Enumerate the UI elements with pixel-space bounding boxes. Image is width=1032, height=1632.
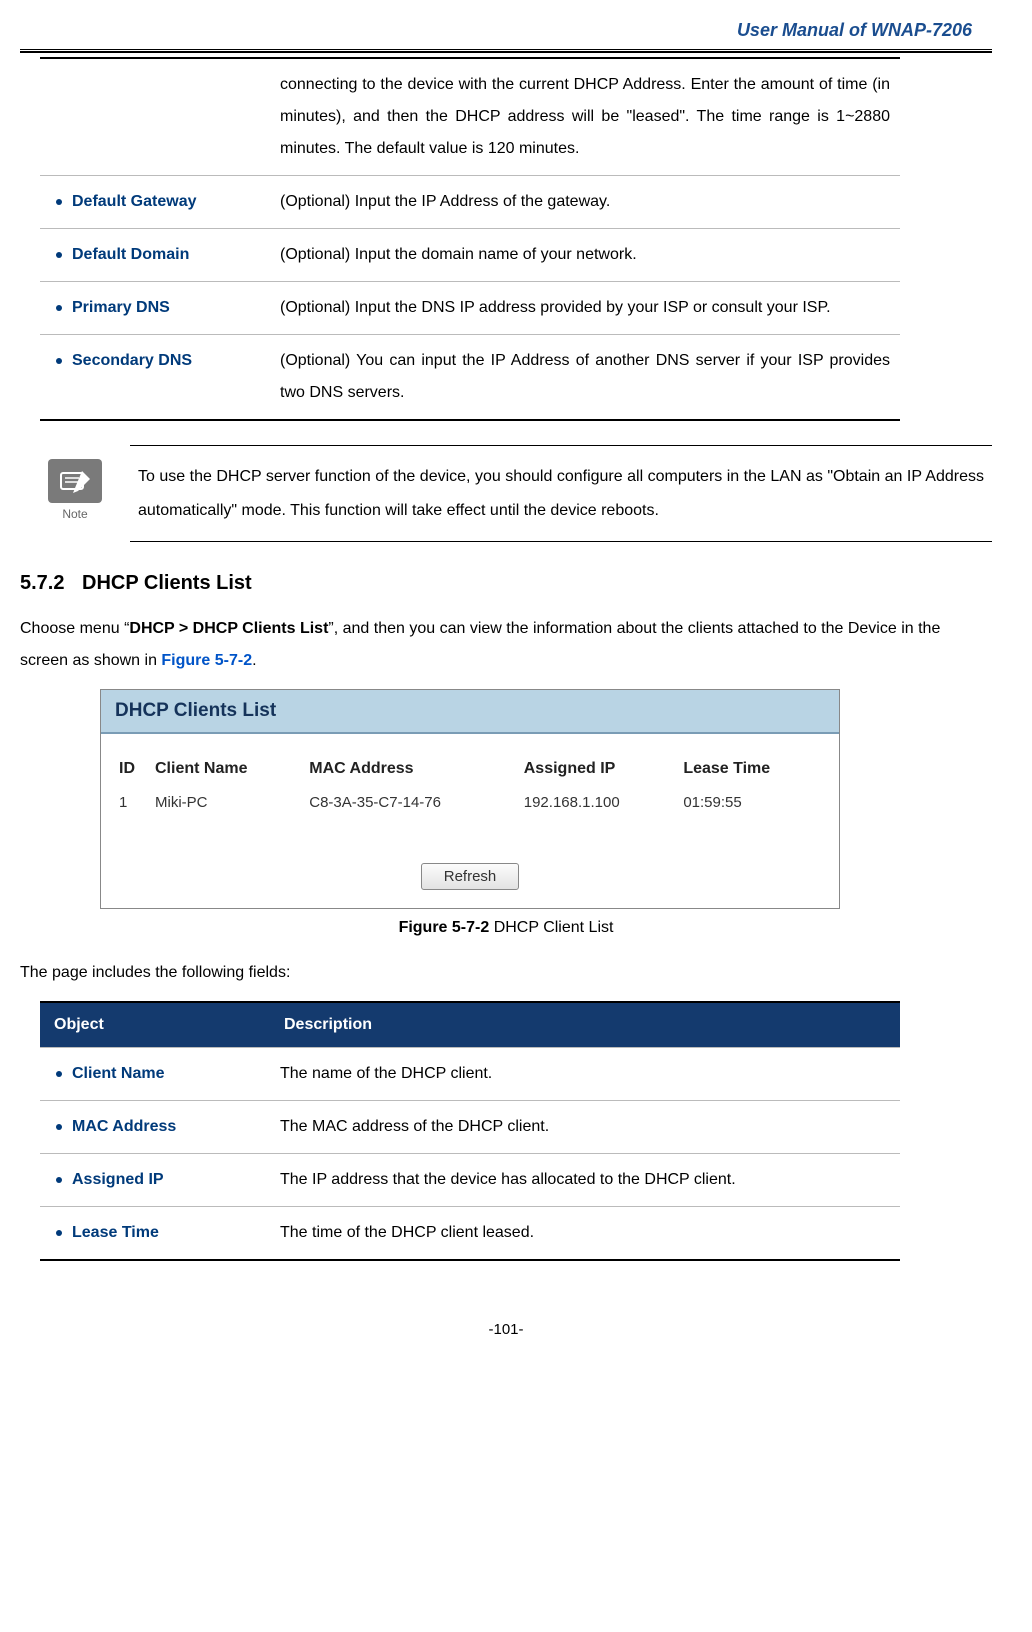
term-cell: Client Name	[40, 1048, 270, 1101]
table-row: Default Gateway (Optional) Input the IP …	[40, 176, 900, 229]
refresh-button[interactable]: Refresh	[421, 863, 520, 890]
term-label: Assigned IP	[72, 1171, 164, 1188]
client-row: 1 Miki-PC C8-3A-35-C7-14-76 192.168.1.10…	[115, 792, 825, 813]
col-client-name: Client Name	[151, 756, 305, 792]
note-icon-wrap: Note	[40, 459, 110, 521]
col-mac: MAC Address	[305, 756, 520, 792]
fields-intro: The page includes the following fields:	[20, 957, 992, 989]
term-cell	[40, 58, 270, 176]
term-label: Primary DNS	[72, 299, 170, 316]
term-label: Secondary DNS	[72, 352, 192, 369]
table-row: Lease Time The time of the DHCP client l…	[40, 1207, 900, 1261]
figure-link[interactable]: Figure 5-7-2	[161, 652, 252, 669]
term-cell: Assigned IP	[40, 1154, 270, 1207]
term-cell: MAC Address	[40, 1101, 270, 1154]
th-description: Description	[270, 1002, 900, 1048]
term-cell: Primary DNS	[40, 282, 270, 335]
th-object: Object	[40, 1002, 270, 1048]
table-row: Default Domain (Optional) Input the doma…	[40, 229, 900, 282]
table-row: MAC Address The MAC address of the DHCP …	[40, 1101, 900, 1154]
section-title: DHCP Clients List	[82, 572, 252, 594]
doc-header-title: User Manual of WNAP-7206	[20, 20, 992, 49]
desc-cell: The MAC address of the DHCP client.	[270, 1101, 900, 1154]
figure-caption: Figure 5-7-2 DHCP Client List	[20, 919, 992, 937]
term-cell: Default Domain	[40, 229, 270, 282]
table-row: connecting to the device with the curren…	[40, 58, 900, 176]
section-heading: 5.7.2 DHCP Clients List	[20, 572, 992, 595]
desc-cell: (Optional) Input the domain name of your…	[270, 229, 900, 282]
client-list-table: ID Client Name MAC Address Assigned IP L…	[115, 756, 825, 813]
term-label: Client Name	[72, 1065, 164, 1082]
note-pencil-icon	[48, 459, 102, 503]
desc-cell: connecting to the device with the curren…	[270, 58, 900, 176]
desc-cell: (Optional) You can input the IP Address …	[270, 335, 900, 421]
cell-ip: 192.168.1.100	[520, 792, 680, 813]
header-rule	[20, 49, 992, 53]
dhcp-clients-screenshot: DHCP Clients List ID Client Name MAC Add…	[100, 689, 840, 909]
page-number: -101-	[20, 1321, 992, 1338]
desc-cell: (Optional) Input the DNS IP address prov…	[270, 282, 900, 335]
table-row: Assigned IP The IP address that the devi…	[40, 1154, 900, 1207]
cell-mac: C8-3A-35-C7-14-76	[305, 792, 520, 813]
para-text: Choose menu “	[20, 620, 129, 637]
term-label: Lease Time	[72, 1224, 159, 1241]
dhcp-settings-table: connecting to the device with the curren…	[40, 57, 900, 421]
table-row: Client Name The name of the DHCP client.	[40, 1048, 900, 1101]
menu-path: DHCP > DHCP Clients List	[129, 620, 328, 637]
cell-id: 1	[115, 792, 151, 813]
term-cell: Default Gateway	[40, 176, 270, 229]
note-text: To use the DHCP server function of the d…	[130, 445, 992, 542]
cell-name: Miki-PC	[151, 792, 305, 813]
figure-label: Figure 5-7-2	[399, 919, 490, 936]
section-number: 5.7.2	[20, 572, 64, 594]
col-lease: Lease Time	[679, 756, 825, 792]
term-label: Default Domain	[72, 246, 189, 263]
fields-table: Object Description Client Name The name …	[40, 1001, 900, 1261]
term-label: Default Gateway	[72, 193, 196, 210]
table-row: Secondary DNS (Optional) You can input t…	[40, 335, 900, 421]
term-cell: Lease Time	[40, 1207, 270, 1261]
desc-cell: The name of the DHCP client.	[270, 1048, 900, 1101]
para-text: .	[252, 652, 256, 669]
cell-lease: 01:59:55	[679, 792, 825, 813]
desc-cell: (Optional) Input the IP Address of the g…	[270, 176, 900, 229]
term-cell: Secondary DNS	[40, 335, 270, 421]
col-id: ID	[115, 756, 151, 792]
table-row: Primary DNS (Optional) Input the DNS IP …	[40, 282, 900, 335]
desc-cell: The time of the DHCP client leased.	[270, 1207, 900, 1261]
note-block: Note To use the DHCP server function of …	[40, 445, 992, 542]
figure-title: DHCP Client List	[489, 919, 613, 936]
screenshot-title: DHCP Clients List	[101, 690, 839, 734]
section-paragraph: Choose menu “DHCP > DHCP Clients List”, …	[20, 613, 992, 677]
note-label: Note	[40, 507, 110, 521]
col-ip: Assigned IP	[520, 756, 680, 792]
term-label: MAC Address	[72, 1118, 176, 1135]
desc-cell: The IP address that the device has alloc…	[270, 1154, 900, 1207]
